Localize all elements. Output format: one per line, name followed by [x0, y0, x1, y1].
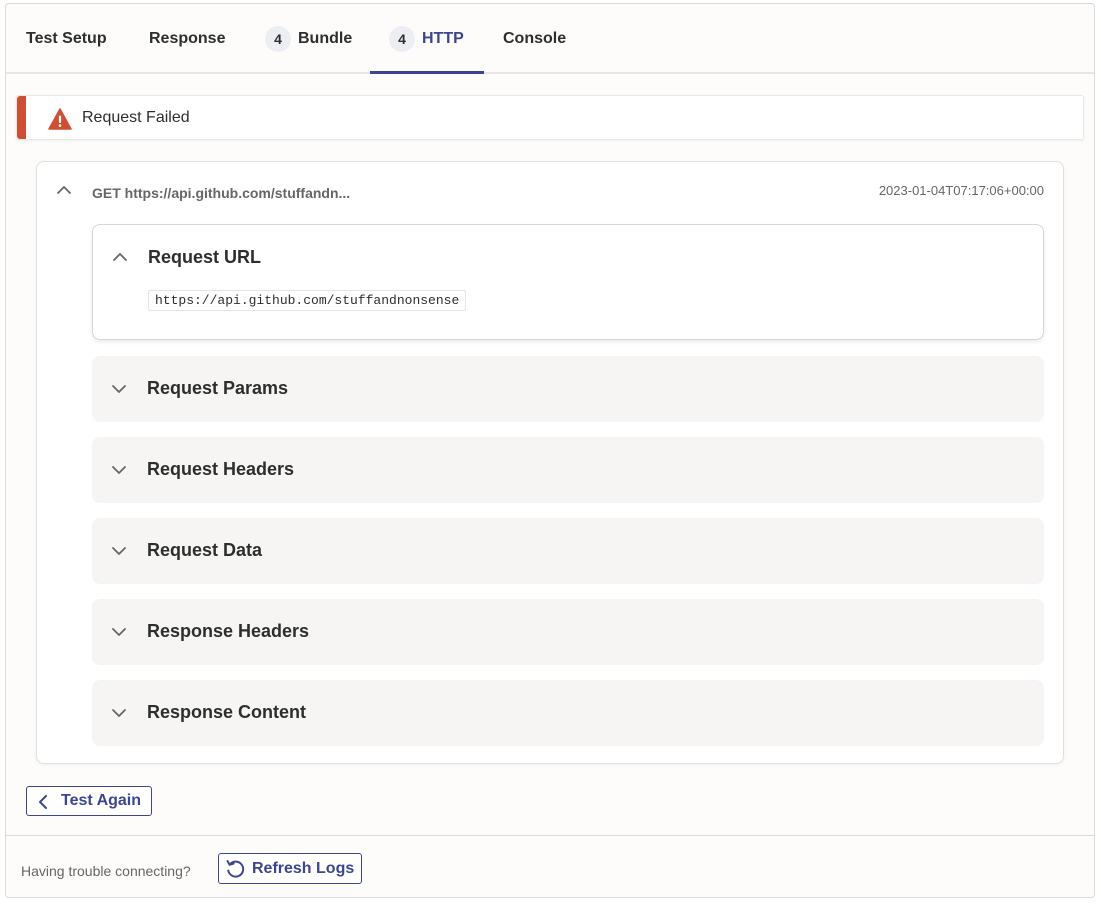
section-request-data[interactable]: Request Data — [92, 518, 1044, 584]
section-response-headers[interactable]: Response Headers — [92, 599, 1044, 665]
chevron-down-icon[interactable] — [111, 627, 127, 637]
http-log-entry: GET https://api.github.com/stuffandn... … — [36, 161, 1064, 764]
chevron-down-icon[interactable] — [111, 384, 127, 394]
tab-label: Test Setup — [26, 30, 107, 47]
footer: Having trouble connecting? Refresh Logs — [6, 835, 1094, 897]
trouble-connecting-text: Having trouble connecting? — [21, 863, 191, 879]
request-method-url: GET https://api.github.com/stuffandn... — [92, 185, 351, 201]
section-title: Request URL — [148, 247, 262, 267]
alert-accent-bar — [17, 96, 26, 139]
chevron-down-icon[interactable] — [111, 546, 127, 556]
tab-console[interactable]: Console — [503, 4, 566, 74]
refresh-logs-label: Refresh Logs — [252, 860, 355, 877]
section-title: Request Headers — [147, 459, 295, 479]
section-title: Request Data — [147, 540, 263, 560]
chevron-up-icon[interactable] — [56, 185, 72, 195]
section-request-url[interactable]: Request URL https://api.github.com/stuff… — [92, 224, 1044, 340]
log-entry-header[interactable]: GET https://api.github.com/stuffandn... … — [37, 162, 1063, 220]
active-tab-indicator — [370, 71, 484, 74]
tab-label: HTTP — [422, 30, 464, 47]
warning-triangle-icon — [48, 108, 72, 130]
alert-message: Request Failed — [82, 109, 190, 126]
section-request-params[interactable]: Request Params — [92, 356, 1044, 422]
chevron-down-icon[interactable] — [111, 708, 127, 718]
chevron-up-icon[interactable] — [112, 252, 128, 262]
test-again-label: Test Again — [61, 792, 142, 809]
request-url-value: https://api.github.com/stuffandnonsense — [148, 290, 467, 311]
tab-http[interactable]: 4 HTTP — [389, 4, 464, 74]
tab-count-badge: 4 — [389, 26, 415, 52]
test-panel: Test Setup Response 4 Bundle 4 HTTP Cons… — [5, 3, 1095, 898]
chevron-down-icon[interactable] — [111, 465, 127, 475]
refresh-icon — [226, 860, 245, 878]
section-title: Response Content — [147, 702, 307, 722]
tab-response[interactable]: Response — [149, 4, 225, 74]
error-alert: Request Failed — [16, 95, 1084, 140]
chevron-left-icon — [39, 795, 47, 809]
tab-label: Bundle — [298, 30, 353, 47]
test-again-button[interactable]: Test Again — [26, 786, 152, 816]
tab-label: Console — [503, 30, 567, 47]
tab-test-setup[interactable]: Test Setup — [26, 4, 107, 74]
tab-label: Response — [149, 30, 226, 47]
section-request-headers[interactable]: Request Headers — [92, 437, 1044, 503]
request-timestamp: 2023-01-04T07:17:06+00:00 — [878, 183, 1044, 198]
section-response-content[interactable]: Response Content — [92, 680, 1044, 746]
section-title: Response Headers — [147, 621, 310, 641]
refresh-logs-button[interactable]: Refresh Logs — [218, 853, 362, 884]
section-title: Request Params — [147, 378, 289, 398]
tab-count-badge: 4 — [265, 26, 291, 52]
tab-bar: Test Setup Response 4 Bundle 4 HTTP Cons… — [6, 4, 1094, 74]
tab-bundle[interactable]: 4 Bundle — [265, 4, 352, 74]
